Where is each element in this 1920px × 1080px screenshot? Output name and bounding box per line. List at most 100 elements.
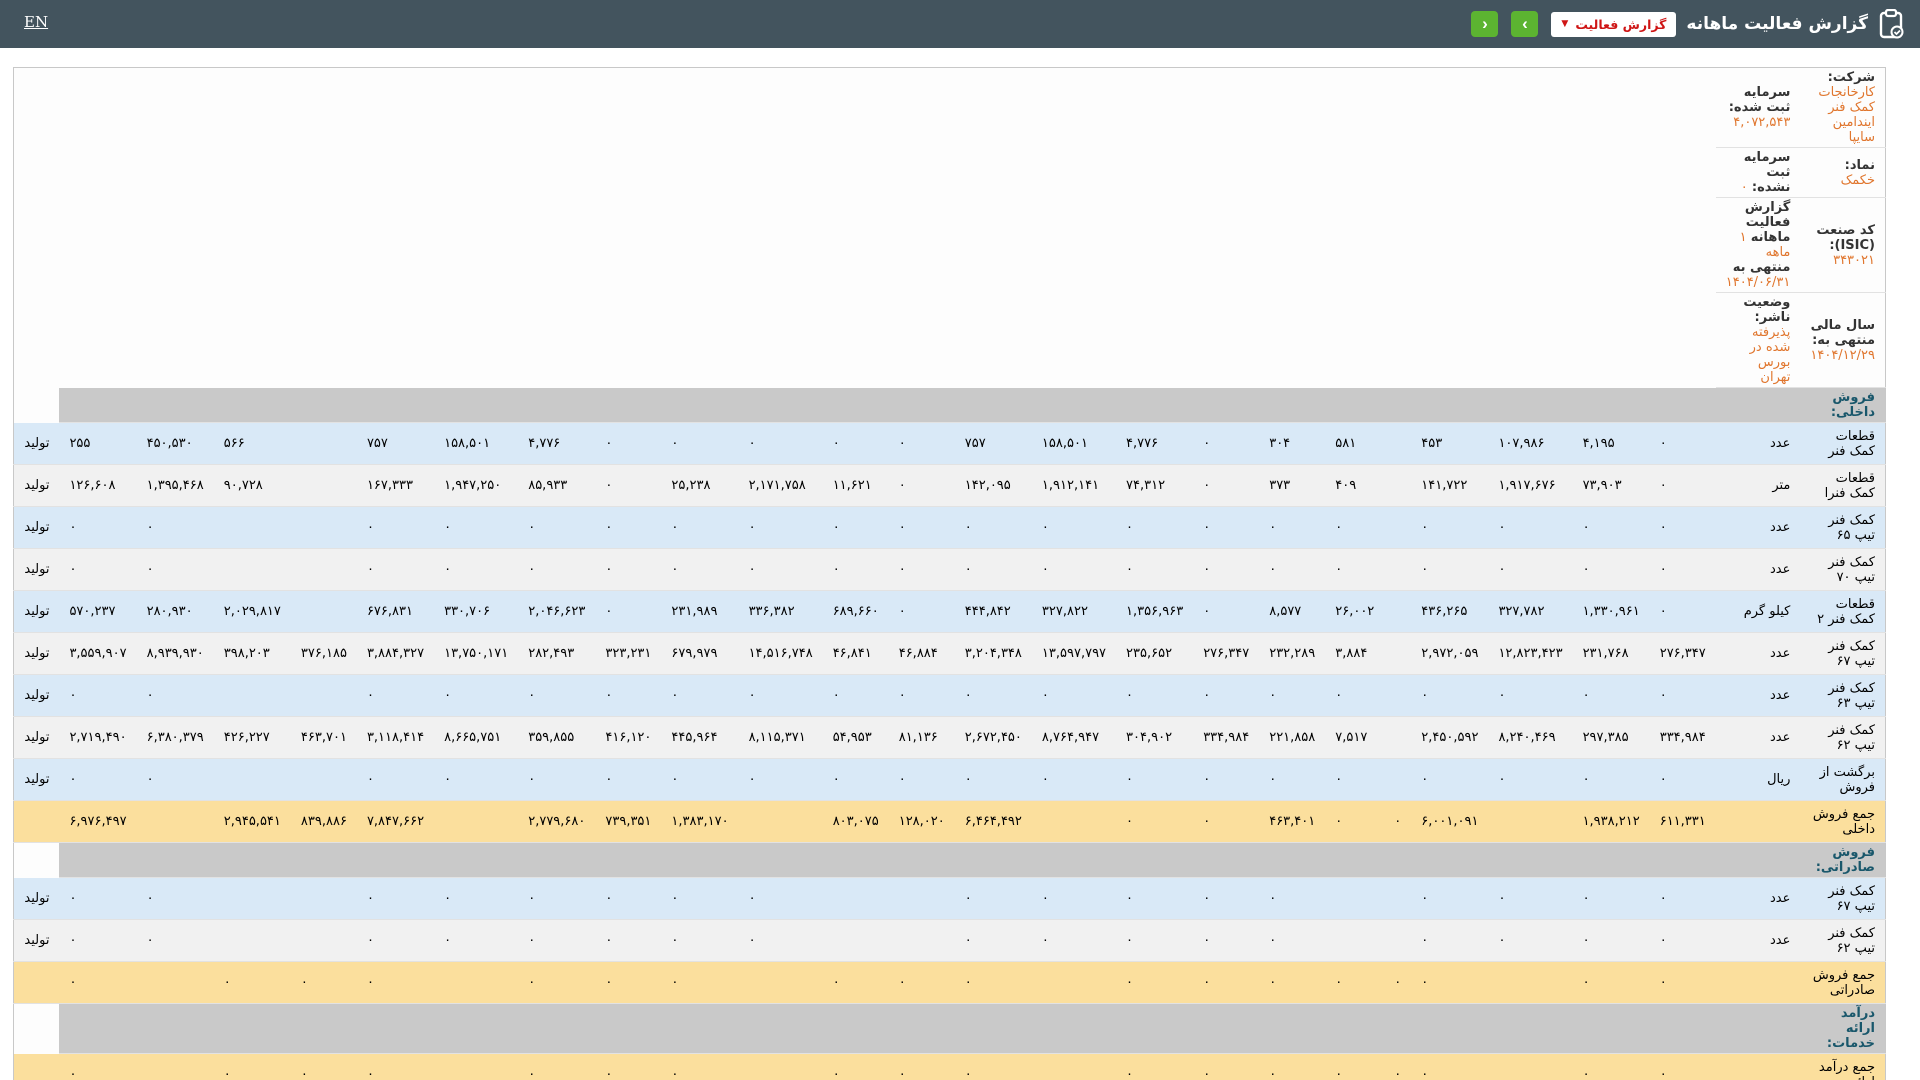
value-cell: ۲۹۷,۳۸۵ <box>1572 716 1650 759</box>
table-cell <box>595 842 662 878</box>
value-cell: ۶,۰۰۱,۰۹۱ <box>1411 800 1489 843</box>
value-cell: ۵۶۶ <box>213 422 291 465</box>
value-cell: ۰ <box>1488 758 1573 801</box>
table-cell <box>1116 1003 1194 1054</box>
table-row: کمک فنر تیپ ۷۰ عدد ۰ ۰ ۰ ۰ ۰ ۰ ۰ ۰ ۰ ۰ ۰ ۰ ۰ ۰ ۰ ۰ ۰ ۰ ۰ ۰ تول… <box>13 548 1886 591</box>
value-cell <box>738 961 823 1004</box>
table-cell <box>290 1003 357 1054</box>
value-cell: ۰ <box>518 961 596 1004</box>
value-cell <box>1031 800 1117 843</box>
table-cell <box>822 842 889 878</box>
total-row: جمع درآمد ارائه۰۰۰۰۰۰۰۰۰۰۰۰۰۰۰۰۰۰ <box>13 1053 1886 1080</box>
registered-capital-label: سرمایه ثبت شده: <box>1728 85 1791 115</box>
value-cell: ۳۳۴,۹۸۴ <box>1649 716 1716 759</box>
value-cell: ۶,۳۸۰,۳۷۹ <box>136 716 214 759</box>
language-switch-link[interactable]: EN <box>24 13 48 31</box>
value-cell: ۰ <box>518 877 596 920</box>
value-cell: ۰ <box>1411 674 1489 717</box>
value-cell: ۰ <box>1193 800 1260 843</box>
value-cell: ۴۰۹ <box>1325 464 1385 507</box>
value-cell: ۳۷۶,۱۸۵ <box>290 632 357 675</box>
value-cell: ۰ <box>1649 919 1716 962</box>
section-name-cell: فروش داخلی: <box>1800 387 1886 423</box>
table-cell <box>434 387 519 423</box>
value-cell: ۰ <box>595 548 662 591</box>
value-cell: ۴۱۶,۱۲۰ <box>595 716 662 759</box>
value-cell: ۰ <box>1031 674 1117 717</box>
value-cell: ۴۳۶,۲۶۵ <box>1411 590 1489 633</box>
value-cell: ۱۳,۵۹۷,۷۹۷ <box>1031 632 1117 675</box>
symbol-link[interactable]: خکمک <box>1841 173 1875 188</box>
table-cell <box>1259 842 1326 878</box>
table-cell <box>136 842 214 878</box>
value-cell: ۰ <box>434 548 519 591</box>
value-cell: ۵۷۰,۲۳۷ <box>59 590 137 633</box>
value-cell: ۰ <box>136 548 214 591</box>
value-cell: ۰ <box>1572 1053 1650 1080</box>
value-cell <box>1384 632 1412 675</box>
previous-report-button[interactable]: ‹ <box>1471 11 1499 37</box>
product-name-cell: کمک فنر تیپ ۶۳ <box>1800 674 1886 717</box>
value-cell: ۰ <box>1193 758 1260 801</box>
value-cell: ۰ <box>822 758 889 801</box>
next-report-button[interactable]: › <box>1511 11 1539 37</box>
value-cell: ۲,۰۲۹,۸۱۷ <box>213 590 291 633</box>
table-cell <box>1649 1003 1716 1054</box>
section-row: فروش صادراتی: <box>14 842 1886 878</box>
table-cell <box>1193 842 1260 878</box>
value-cell: ۰ <box>661 506 739 549</box>
table-cell <box>136 1003 214 1054</box>
value-cell <box>1384 877 1412 920</box>
unit-cell: عدد <box>1715 674 1801 717</box>
value-cell: ۲,۶۷۲,۴۵۰ <box>954 716 1032 759</box>
section-row: فروش داخلی: <box>14 387 1886 423</box>
value-cell: ۰ <box>954 877 1032 920</box>
value-cell: ۴۶,۸۸۴ <box>888 632 955 675</box>
table-cell <box>954 387 1032 423</box>
value-cell: ۰ <box>595 506 662 549</box>
report-type-dropdown-label: گزارش فعالیت <box>1575 16 1667 32</box>
product-name-cell: جمع فروش داخلی <box>1800 800 1886 843</box>
value-cell: ۰ <box>1116 674 1194 717</box>
value-cell: ۰ <box>661 877 739 920</box>
value-cell: ۴۶,۸۴۱ <box>822 632 889 675</box>
report-type-dropdown[interactable]: گزارش فعالیت ▼ <box>1551 11 1677 37</box>
table-row: کمک فنر تیپ ۶۳ عدد ۰ ۰ ۰ ۰ ۰ ۰ ۰ ۰ ۰ ۰ ۰ ۰ ۰ ۰ ۰ ۰ ۰ ۰ ۰ ۰ تول… <box>13 674 1886 717</box>
value-cell <box>1325 877 1385 920</box>
value-cell: ۱۲,۸۲۳,۴۲۳ <box>1488 632 1573 675</box>
value-cell: ۳,۵۵۹,۹۰۷ <box>59 632 137 675</box>
value-cell: ۷,۸۴۷,۶۶۲ <box>356 800 435 843</box>
value-cell: ۱,۳۸۳,۱۷۰ <box>661 800 739 843</box>
value-cell: ۰ <box>1384 961 1412 1004</box>
value-cell: ۰ <box>1193 961 1260 1004</box>
value-cell: ۰ <box>1259 1053 1326 1080</box>
value-cell: ۰ <box>1649 548 1716 591</box>
value-cell <box>290 590 357 633</box>
value-cell: ۳۹۸,۲۰۳ <box>213 632 291 675</box>
value-cell <box>290 674 357 717</box>
value-cell: ۰ <box>136 919 214 962</box>
value-cell: ۰ <box>434 758 519 801</box>
value-cell: ۰ <box>1259 961 1326 1004</box>
product-name-cell: کمک فنر تیپ ۷۰ <box>1800 548 1886 591</box>
table-cell <box>1411 842 1489 878</box>
unit-cell: متر <box>1715 464 1801 507</box>
info-row: نماد: خکمک سرمایه ثبت نشده: ۰ <box>14 147 1886 198</box>
value-cell: ۰ <box>356 674 435 717</box>
product-name-cell: جمع درآمد ارائه <box>1800 1053 1886 1080</box>
value-cell: ۰ <box>1411 919 1489 962</box>
unit-cell: ریال <box>1715 758 1801 801</box>
value-cell: ۰ <box>822 1053 889 1080</box>
value-cell: ۰ <box>954 961 1032 1004</box>
value-cell: ۰ <box>1411 961 1489 1004</box>
value-cell: ۰ <box>954 506 1032 549</box>
company-link[interactable]: کارخانجات کمک فنر ایندامین سایپا <box>1818 85 1875 145</box>
section-name-cell: فروش صادراتی: <box>1800 842 1886 878</box>
table-cell <box>888 842 955 878</box>
value-cell: ۰ <box>136 877 214 920</box>
value-cell: ۳,۸۸۴,۳۲۷ <box>356 632 435 675</box>
value-cell <box>822 877 889 920</box>
value-cell <box>1384 548 1412 591</box>
table-cell <box>1116 387 1194 423</box>
value-cell: ۰ <box>213 1053 291 1080</box>
